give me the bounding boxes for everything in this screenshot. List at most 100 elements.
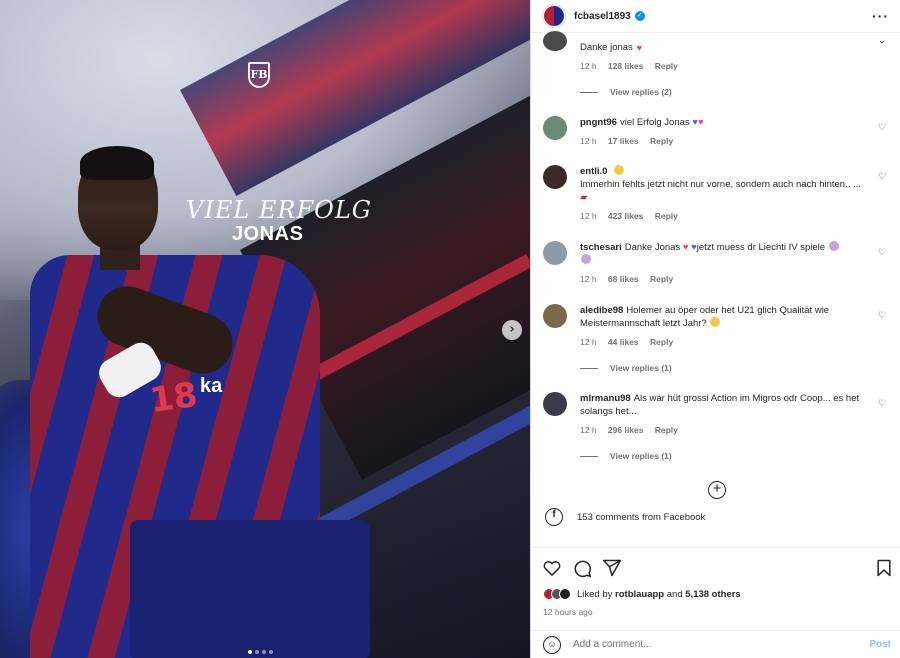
comment-time: 12 h <box>580 211 597 221</box>
comment-text: entli.0 Immerhin fehlts jetzt nicht nur … <box>580 165 870 204</box>
post-author-username[interactable]: fcbasel1893 <box>574 11 631 22</box>
avatar[interactable] <box>543 392 567 416</box>
comment-likes[interactable]: 44 likes <box>608 337 639 347</box>
post-timestamp[interactable]: 12 hours ago <box>543 607 593 617</box>
carousel-dots <box>248 650 273 654</box>
comment-username[interactable]: mlrmanu98 <box>580 393 631 404</box>
like-heart-icon[interactable] <box>542 558 562 578</box>
comment-content: Danke jonas <box>580 42 633 53</box>
reply-button[interactable]: Reply <box>655 425 678 435</box>
overlay-title: VIEL ERFOLG <box>186 196 372 224</box>
divider <box>580 367 598 369</box>
comment-username[interactable]: pngnt96 <box>580 117 617 128</box>
emoji-picker-icon[interactable]: ☺ <box>543 635 561 654</box>
divider <box>580 455 598 457</box>
comment-likes[interactable]: 296 likes <box>608 425 643 435</box>
like-comment-heart-icon[interactable]: ♡ <box>877 310 887 320</box>
reply-button[interactable]: Reply <box>655 61 678 71</box>
comment-time: 12 h <box>580 61 597 71</box>
avatar[interactable] <box>543 241 567 265</box>
comment-time: 12 h <box>580 425 597 435</box>
comment-content: Immerhin fehlts jetzt nicht nur vorne, s… <box>580 179 861 190</box>
player-shorts <box>130 520 370 658</box>
comment-time: 12 h <box>580 136 597 146</box>
avatar[interactable] <box>543 5 565 27</box>
more-options-icon[interactable]: ··· <box>872 8 889 24</box>
comment-text: mlrmanu98 Als wär hüt grossi Action im Mi… <box>580 392 870 418</box>
view-replies-label: View replies (1) <box>610 363 672 373</box>
heart-emoji-icon: ♥ <box>636 43 643 54</box>
view-replies-button[interactable]: View replies (1) <box>580 363 672 373</box>
post-actions: Liked by rotblauapp and 5,138 others 12 … <box>531 547 900 657</box>
comment-text: tschesari Danke Jonas ♥ ♥jetzt muess dr L… <box>580 241 870 267</box>
comment-text: pngnt96 viel Erfolg Jonas ♥♥ <box>580 116 870 129</box>
reply-button[interactable]: Reply <box>655 211 678 221</box>
like-comment-heart-icon[interactable]: ⌄ <box>877 35 887 45</box>
reply-button[interactable]: Reply <box>650 136 673 146</box>
avatar[interactable] <box>543 116 567 140</box>
post-header: fcbasel1893 ✓ ··· <box>531 0 900 33</box>
comment-time: 12 h <box>580 274 597 284</box>
jersey-number: 18 <box>147 374 200 422</box>
comment-likes[interactable]: 17 likes <box>608 136 639 146</box>
like-comment-heart-icon[interactable]: ♡ <box>877 398 887 408</box>
add-comment-input[interactable] <box>573 639 853 650</box>
like-comment-heart-icon[interactable]: ♡ <box>877 171 887 181</box>
verified-badge-icon: ✓ <box>634 11 645 21</box>
view-replies-button[interactable]: View replies (1) <box>580 451 672 461</box>
carousel-dot <box>248 650 252 654</box>
post-media[interactable]: 18 ka FB VIEL ERFOLG JONAS › <box>0 0 530 658</box>
facebook-comments-row[interactable]: f 153 comments from Facebook <box>545 508 705 526</box>
laughing-emoji-icon <box>710 317 721 327</box>
liked-by-username[interactable]: rotblauapp <box>615 589 664 600</box>
comment-content-continued: jetzt muess dr Liechti IV spiele <box>696 242 826 253</box>
comment-text: Danke jonas ♥ <box>580 41 870 54</box>
liker-avatars[interactable] <box>543 588 571 600</box>
facebook-icon: f <box>545 508 563 526</box>
add-comment-bar: ☺ Post <box>531 630 900 658</box>
comment-likes[interactable]: 423 likes <box>608 211 643 221</box>
overlay-name: JONAS <box>232 223 304 245</box>
carousel-next-button[interactable]: › <box>502 320 522 340</box>
comment-username[interactable]: tschesari <box>580 242 622 253</box>
player-hair <box>80 146 154 180</box>
comment-likes[interactable]: 68 likes <box>608 274 639 284</box>
likes-count[interactable]: 5,138 others <box>685 589 740 600</box>
liked-by-label: Liked by <box>577 588 613 600</box>
comment-icon[interactable] <box>572 558 592 578</box>
view-replies-label: View replies (2) <box>610 87 672 97</box>
face-emoji-icon <box>614 165 625 175</box>
comment-meta: 12 h 68 likes Reply <box>580 274 682 284</box>
comment-time: 12 h <box>580 337 597 347</box>
load-more-comments-icon[interactable]: + <box>708 481 726 499</box>
view-replies-button[interactable]: View replies (2) <box>580 87 672 97</box>
comment-content: viel Erfolg Jonas <box>619 117 690 128</box>
reply-button[interactable]: Reply <box>650 274 673 284</box>
like-comment-heart-icon[interactable]: ♡ <box>877 247 887 257</box>
post-comment-button[interactable]: Post <box>869 639 891 650</box>
comment-username[interactable]: entli.0 <box>580 166 607 177</box>
liked-by-and: and <box>666 588 683 600</box>
carousel-dot <box>269 650 273 654</box>
crying-emoji-icon <box>581 254 591 264</box>
comment-meta: 12 h 17 likes Reply <box>580 136 682 146</box>
avatar[interactable] <box>543 165 567 189</box>
reply-button[interactable]: Reply <box>650 337 673 347</box>
comment-meta: 12 h 296 likes Reply <box>580 425 687 435</box>
club-logo-icon: FB <box>248 62 270 88</box>
comment-content: Danke Jonas <box>624 242 681 253</box>
share-send-icon[interactable] <box>602 558 622 578</box>
post-sidebar: fcbasel1893 ✓ ··· Danke jonas ♥ 12 h 128… <box>530 0 900 658</box>
comment-username[interactable]: aledibe98 <box>580 305 623 316</box>
car-emoji-icon: ▰ <box>580 192 588 203</box>
pink-heart-emoji-icon: ♥ <box>697 117 704 128</box>
pink-heart-emoji-icon: ♥ <box>682 242 689 253</box>
bookmark-save-icon[interactable] <box>874 558 894 578</box>
comment-meta: 12 h 44 likes Reply <box>580 337 682 347</box>
avatar[interactable] <box>543 31 567 51</box>
like-comment-heart-icon[interactable]: ♡ <box>877 122 887 132</box>
liked-by-row: Liked by rotblauapp and 5,138 others <box>543 588 741 600</box>
avatar[interactable] <box>543 304 567 328</box>
comment-meta: 12 h 423 likes Reply <box>580 211 687 221</box>
comment-likes[interactable]: 128 likes <box>608 61 643 71</box>
